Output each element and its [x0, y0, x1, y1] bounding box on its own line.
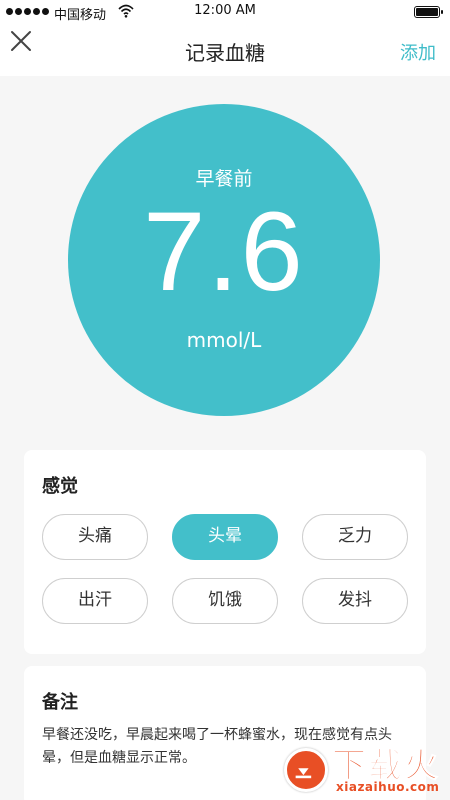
watermark-logo: 下载火 xiazaihuo.com	[284, 738, 444, 798]
feelings-title: 感觉	[42, 476, 78, 497]
status-time: 12:00 AM	[194, 3, 256, 18]
add-button[interactable]: 添加	[400, 39, 436, 65]
feeling-chip-hungry[interactable]: 饥饿	[172, 578, 278, 624]
feeling-chip-fatigue[interactable]: 乏力	[302, 514, 408, 560]
meal-timing-label[interactable]: 早餐前	[68, 164, 380, 191]
status-bar: 中国移动 12:00 AM	[0, 0, 450, 24]
feeling-chip-shaking[interactable]: 发抖	[302, 578, 408, 624]
feeling-chip-sweating[interactable]: 出汗	[42, 578, 148, 624]
glucose-unit: mmol/L	[186, 328, 262, 352]
feeling-chip-headache[interactable]: 头痛	[42, 514, 148, 560]
glucose-reading-circle: 早餐前 7.6 mmol/L	[68, 104, 380, 416]
download-arrow-icon	[284, 748, 328, 792]
nav-bar: 记录血糖 添加	[0, 24, 450, 76]
feelings-card: 感觉 头痛 头晕 乏力 出汗 饥饿 发抖	[24, 450, 426, 654]
page-title: 记录血糖	[185, 41, 265, 65]
feeling-chip-dizzy[interactable]: 头晕	[172, 514, 278, 560]
glucose-value[interactable]: 7.6	[68, 196, 380, 308]
notes-title: 备注	[42, 692, 78, 713]
battery-icon	[414, 6, 443, 18]
watermark-url: xiazaihuo.com	[336, 780, 440, 794]
